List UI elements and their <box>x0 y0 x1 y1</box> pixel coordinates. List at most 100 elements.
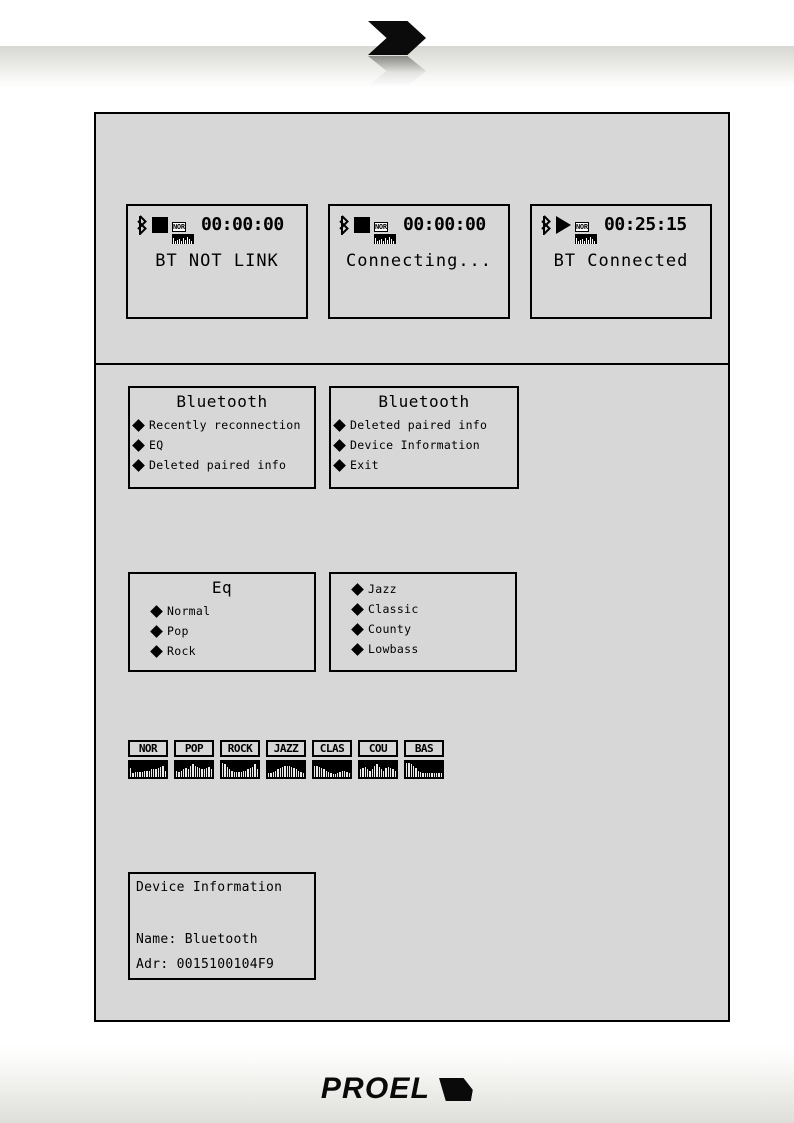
menu-title: Bluetooth <box>176 392 268 411</box>
diamond-bullet-icon <box>132 458 145 472</box>
eq-preset-bars <box>404 760 444 779</box>
menu-item-device-information[interactable]: Device Information <box>331 435 517 455</box>
eq-preset-bars <box>266 760 306 779</box>
eq-badge-bars <box>172 234 194 244</box>
eq-item-label: Normal <box>167 604 211 618</box>
eq-preset-bars <box>174 760 214 779</box>
diamond-bullet-icon <box>150 604 163 618</box>
menu-item-exit[interactable]: Exit <box>331 455 517 475</box>
diamond-bullet-icon <box>351 622 364 636</box>
eq-preset-label: NOR <box>128 740 168 757</box>
eq-item-classic[interactable]: Classic <box>331 599 515 619</box>
eq-item-label: Classic <box>368 602 419 616</box>
lcd-panel-bt-connected: NOR 00:25:15 BT Connected <box>530 204 712 319</box>
lcd-message: BT NOT LINK <box>155 251 279 271</box>
menu-item-label: Deleted paired info <box>149 458 287 472</box>
lcd-message: BT Connected <box>553 251 689 271</box>
diamond-bullet-icon <box>132 418 145 432</box>
lcd-status-bar: NOR 00:00:00 <box>330 206 508 244</box>
lcd-status-bar: NOR 00:25:15 <box>532 206 710 244</box>
device-info-address: Adr: 0015100104F9 <box>136 957 275 972</box>
bluetooth-icon <box>338 214 350 235</box>
menu-item-eq[interactable]: EQ <box>130 435 314 455</box>
eq-preset-bars <box>358 760 398 779</box>
diamond-bullet-icon <box>132 438 145 452</box>
eq-preset-jazz[interactable]: JAZZ <box>266 740 306 779</box>
menu-item-label: Device Information <box>350 438 481 452</box>
eq-item-rock[interactable]: Rock <box>130 641 314 661</box>
diamond-bullet-icon <box>150 644 163 658</box>
page-root: NOR 00:00:00 BT NOT LINK NOR 00:00:00 Co… <box>0 0 794 1123</box>
device-information-panel: Device Information Name: Bluetooth Adr: … <box>128 872 316 980</box>
eq-badge-icon: NOR <box>575 214 597 244</box>
eq-preset-icon-strip: NOR POP ROCK JAZZ CLAS COU BAS <box>128 740 444 779</box>
bluetooth-icon <box>136 214 148 235</box>
content-frame: NOR 00:00:00 BT NOT LINK NOR 00:00:00 Co… <box>94 112 730 1022</box>
eq-preset-cou[interactable]: COU <box>358 740 398 779</box>
lcd-panel-connecting: NOR 00:00:00 Connecting... <box>328 204 510 319</box>
eq-item-label: Rock <box>167 644 196 658</box>
eq-badge-bars <box>575 234 597 244</box>
menu-item-recently-reconnection[interactable]: Recently reconnection <box>130 415 314 435</box>
diamond-bullet-icon <box>333 438 346 452</box>
section-divider <box>96 363 728 365</box>
stop-icon <box>152 216 168 233</box>
diamond-bullet-icon <box>351 582 364 596</box>
bluetooth-menu-panel-2: Bluetooth Deleted paired info Device Inf… <box>329 386 519 489</box>
eq-preset-label: COU <box>358 740 398 757</box>
eq-preset-nor[interactable]: NOR <box>128 740 168 779</box>
eq-preset-label: POP <box>174 740 214 757</box>
lcd-clock: 00:00:00 <box>201 214 284 235</box>
menu-item-label: Deleted paired info <box>350 418 488 432</box>
eq-item-label: County <box>368 622 412 636</box>
lcd-clock: 00:00:00 <box>403 214 486 235</box>
eq-preset-label: ROCK <box>220 740 260 757</box>
eq-item-label: Pop <box>167 624 189 638</box>
eq-preset-bas[interactable]: BAS <box>404 740 444 779</box>
eq-menu-panel-1: Eq Normal Pop Rock <box>128 572 316 672</box>
eq-preset-bars <box>312 760 352 779</box>
eq-preset-label: BAS <box>404 740 444 757</box>
lcd-panel-bt-not-link: NOR 00:00:00 BT NOT LINK <box>126 204 308 319</box>
play-icon <box>556 215 571 234</box>
menu-item-deleted-paired-info[interactable]: Deleted paired info <box>130 455 314 475</box>
eq-preset-pop[interactable]: POP <box>174 740 214 779</box>
eq-menu-panel-2: Jazz Classic County Lowbass <box>329 572 517 672</box>
eq-badge-bars <box>374 234 396 244</box>
eq-item-normal[interactable]: Normal <box>130 601 314 621</box>
eq-preset-clas[interactable]: CLAS <box>312 740 352 779</box>
eq-item-pop[interactable]: Pop <box>130 621 314 641</box>
eq-preset-bars <box>220 760 260 779</box>
menu-item-label: EQ <box>149 438 164 452</box>
menu-item-label: Recently reconnection <box>149 418 301 432</box>
eq-preset-label: CLAS <box>312 740 352 757</box>
eq-item-label: Lowbass <box>368 642 419 656</box>
brand-chevron-icon <box>435 1078 475 1101</box>
eq-item-jazz[interactable]: Jazz <box>331 579 515 599</box>
brand-logo: PROEL <box>0 1069 794 1109</box>
brand-name: PROEL <box>320 1072 431 1105</box>
eq-badge-label: NOR <box>374 222 388 232</box>
diamond-bullet-icon <box>351 602 364 616</box>
lcd-status-bar: NOR 00:00:00 <box>128 206 306 244</box>
diamond-bullet-icon <box>351 642 364 656</box>
device-info-title: Device Information <box>136 880 283 895</box>
menu-item-label: Exit <box>350 458 379 472</box>
device-info-name: Name: Bluetooth <box>136 932 258 947</box>
eq-item-county[interactable]: County <box>331 619 515 639</box>
eq-item-lowbass[interactable]: Lowbass <box>331 639 515 659</box>
diamond-bullet-icon <box>333 418 346 432</box>
eq-badge-icon: NOR <box>374 214 396 244</box>
stop-icon <box>354 216 370 233</box>
eq-badge-label: NOR <box>172 222 186 232</box>
menu-title: Eq <box>211 578 233 597</box>
eq-preset-bars <box>128 760 168 779</box>
lcd-message: Connecting... <box>345 251 493 271</box>
eq-preset-label: JAZZ <box>266 740 306 757</box>
menu-item-deleted-paired-info[interactable]: Deleted paired info <box>331 415 517 435</box>
eq-preset-rock[interactable]: ROCK <box>220 740 260 779</box>
lcd-clock: 00:25:15 <box>604 214 687 235</box>
diamond-bullet-icon <box>333 458 346 472</box>
eq-item-label: Jazz <box>368 582 397 596</box>
bluetooth-icon <box>540 214 552 235</box>
